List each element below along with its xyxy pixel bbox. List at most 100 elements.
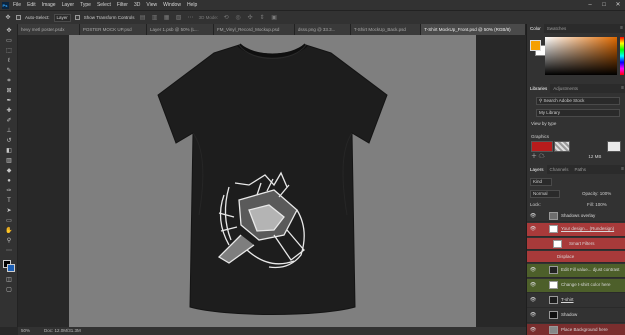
menu-select[interactable]: Select xyxy=(94,0,114,10)
zoom-level[interactable]: 50% xyxy=(21,327,30,335)
3d-slide-icon[interactable]: ⇕ xyxy=(258,14,266,22)
eye-icon[interactable]: 👁 xyxy=(528,324,538,335)
type-tool-icon[interactable]: T xyxy=(4,197,14,205)
quick-mask-icon[interactable]: ◫ xyxy=(4,276,14,284)
fill-control[interactable]: Fill: 100% xyxy=(587,201,607,208)
opacity-control[interactable]: Opacity: 100% xyxy=(582,190,611,197)
move-tool-icon[interactable]: ✥ xyxy=(4,14,12,22)
marquee-tool-icon[interactable]: ⬚ xyxy=(4,47,14,55)
layer-row[interactable]: Displace xyxy=(527,251,625,263)
eye-icon[interactable]: 👁 xyxy=(528,264,538,276)
3d-roll-icon[interactable]: ◎ xyxy=(234,14,242,22)
color-picker-field[interactable] xyxy=(545,37,617,75)
layer-kind-filter[interactable]: Kind xyxy=(530,178,552,186)
tab-dsss[interactable]: dsss.png @ 33.3... xyxy=(294,24,351,35)
layer-row[interactable]: 👁 Your design... (Rundesign) xyxy=(527,223,625,237)
blend-mode-select[interactable]: Normal xyxy=(530,190,560,198)
crop-tool-icon[interactable]: ⌗ xyxy=(4,77,14,85)
menu-type[interactable]: Type xyxy=(77,0,94,10)
artboard[interactable] xyxy=(69,35,476,327)
menu-window[interactable]: Window xyxy=(160,0,184,10)
hue-slider[interactable] xyxy=(620,37,624,75)
align-left-icon[interactable]: ▤ xyxy=(139,14,147,22)
gradient-tool-icon[interactable]: ▥ xyxy=(4,157,14,165)
menu-file[interactable]: File xyxy=(10,0,24,10)
maximize-icon[interactable]: □ xyxy=(597,0,611,10)
edit-toolbar-icon[interactable]: ⋯ xyxy=(4,247,14,255)
menu-view[interactable]: View xyxy=(143,0,160,10)
quick-select-tool-icon[interactable]: ✎ xyxy=(4,67,14,75)
3d-scale-icon[interactable]: ▣ xyxy=(270,14,278,22)
move-tool-icon[interactable]: ✥ xyxy=(4,27,14,35)
tab-layer-1[interactable]: Layer 1.psb @ 50% (L... xyxy=(147,24,214,35)
menu-image[interactable]: Image xyxy=(39,0,59,10)
menu-filter[interactable]: Filter xyxy=(114,0,131,10)
library-select[interactable]: My Library xyxy=(536,109,620,117)
tab-swatches[interactable]: Swatches xyxy=(544,24,570,33)
show-transform-checkbox[interactable] xyxy=(74,15,80,20)
lasso-tool-icon[interactable]: ℓ xyxy=(4,57,14,65)
distribute-icon[interactable]: ▧ xyxy=(175,14,183,22)
tab-channels[interactable]: Channels xyxy=(547,165,572,174)
brush-tool-icon[interactable]: ✐ xyxy=(4,117,14,125)
auto-select-checkbox[interactable] xyxy=(16,15,21,20)
blur-tool-icon[interactable]: ◆ xyxy=(4,167,14,175)
pen-tool-icon[interactable]: ✑ xyxy=(4,187,14,195)
menu-layer[interactable]: Layer xyxy=(59,0,78,10)
tab-layers[interactable]: Layers xyxy=(527,165,547,174)
zoom-tool-icon[interactable]: ⚲ xyxy=(4,237,14,245)
doc-size[interactable]: Doc: 12.0M/31.3M xyxy=(44,327,81,335)
3d-rotate-icon[interactable]: ⟲ xyxy=(222,14,230,22)
add-content-icon[interactable]: ＋ xyxy=(531,154,539,160)
layer-row[interactable]: 👁 Shadows overlay xyxy=(527,210,625,222)
hand-tool-icon[interactable]: ✋ xyxy=(4,227,14,235)
tab-color[interactable]: Color xyxy=(527,24,544,33)
minimize-icon[interactable]: – xyxy=(583,0,597,10)
tab-vinyl-mockup[interactable]: FM_Vinyl_Record_Mockup.psd xyxy=(213,24,295,35)
layer-row[interactable]: 👁 Edit Fill value... djust contrast xyxy=(527,264,625,278)
panel-menu-icon[interactable]: ≡ xyxy=(620,24,623,33)
rectangle-tool-icon[interactable]: ▭ xyxy=(4,217,14,225)
align-center-icon[interactable]: ▥ xyxy=(151,14,159,22)
layer-row[interactable]: 👁 Place Background here xyxy=(527,324,625,335)
menu-3d[interactable]: 3D xyxy=(131,0,143,10)
panel-menu-icon[interactable]: ≡ xyxy=(621,84,624,93)
healing-brush-tool-icon[interactable]: ✚ xyxy=(4,107,14,115)
frame-tool-icon[interactable]: ⊠ xyxy=(4,87,14,95)
path-select-tool-icon[interactable]: ➤ xyxy=(4,207,14,215)
eraser-tool-icon[interactable]: ◧ xyxy=(4,147,14,155)
close-icon[interactable]: ✕ xyxy=(611,0,625,10)
panel-menu-icon[interactable]: ≡ xyxy=(621,165,624,174)
tab-tshirt-back[interactable]: T-Shirt MockUp_Back.psd xyxy=(350,24,422,35)
layer-row[interactable]: 👁 Change t-shirt color here xyxy=(527,279,625,293)
layer-row[interactable]: 👁 T-shirt xyxy=(527,294,625,308)
tab-paths[interactable]: Paths xyxy=(572,165,590,174)
tab-tshirt-front[interactable]: T-Shirt MockUp_Front.psd @ 50% (RGB/8) xyxy=(421,24,526,35)
auto-select-dropdown[interactable]: Layer xyxy=(53,13,71,22)
background-color-swatch[interactable] xyxy=(7,264,15,272)
eyedropper-tool-icon[interactable]: ✒ xyxy=(4,97,14,105)
graphic-thumbnail[interactable] xyxy=(531,141,553,152)
eye-icon[interactable]: 👁 xyxy=(528,294,538,306)
more-options-icon[interactable]: ⋯ xyxy=(187,14,195,22)
eye-icon[interactable]: 👁 xyxy=(528,279,538,291)
menu-edit[interactable]: Edit xyxy=(24,0,39,10)
eye-icon[interactable]: 👁 xyxy=(528,210,538,222)
screen-mode-icon[interactable]: ▢ xyxy=(4,286,14,294)
tab-hevy-metl-poster[interactable]: hevy metl poster.psdx xyxy=(18,24,80,35)
artboard-tool-icon[interactable]: ▭ xyxy=(4,37,14,45)
history-brush-tool-icon[interactable]: ↺ xyxy=(4,137,14,145)
foreground-color-swatch[interactable] xyxy=(530,40,541,51)
graphic-thumbnail[interactable] xyxy=(554,141,570,152)
stock-search-input[interactable]: ⚲ Search Adobe Stock xyxy=(536,97,620,105)
clone-stamp-tool-icon[interactable]: ⊥ xyxy=(4,127,14,135)
tab-libraries[interactable]: Libraries xyxy=(527,84,551,93)
graphic-thumbnail[interactable] xyxy=(607,141,621,152)
photoshop-logo-icon[interactable]: Ps xyxy=(0,0,10,10)
view-by-type[interactable]: View by type xyxy=(531,120,556,127)
align-right-icon[interactable]: ▦ xyxy=(163,14,171,22)
3d-drag-icon[interactable]: ✣ xyxy=(246,14,254,22)
cloud-icon[interactable]: ☁ xyxy=(539,154,547,160)
layer-row[interactable]: Smart Filters xyxy=(527,238,625,250)
tab-adjustments[interactable]: Adjustments xyxy=(550,84,581,93)
